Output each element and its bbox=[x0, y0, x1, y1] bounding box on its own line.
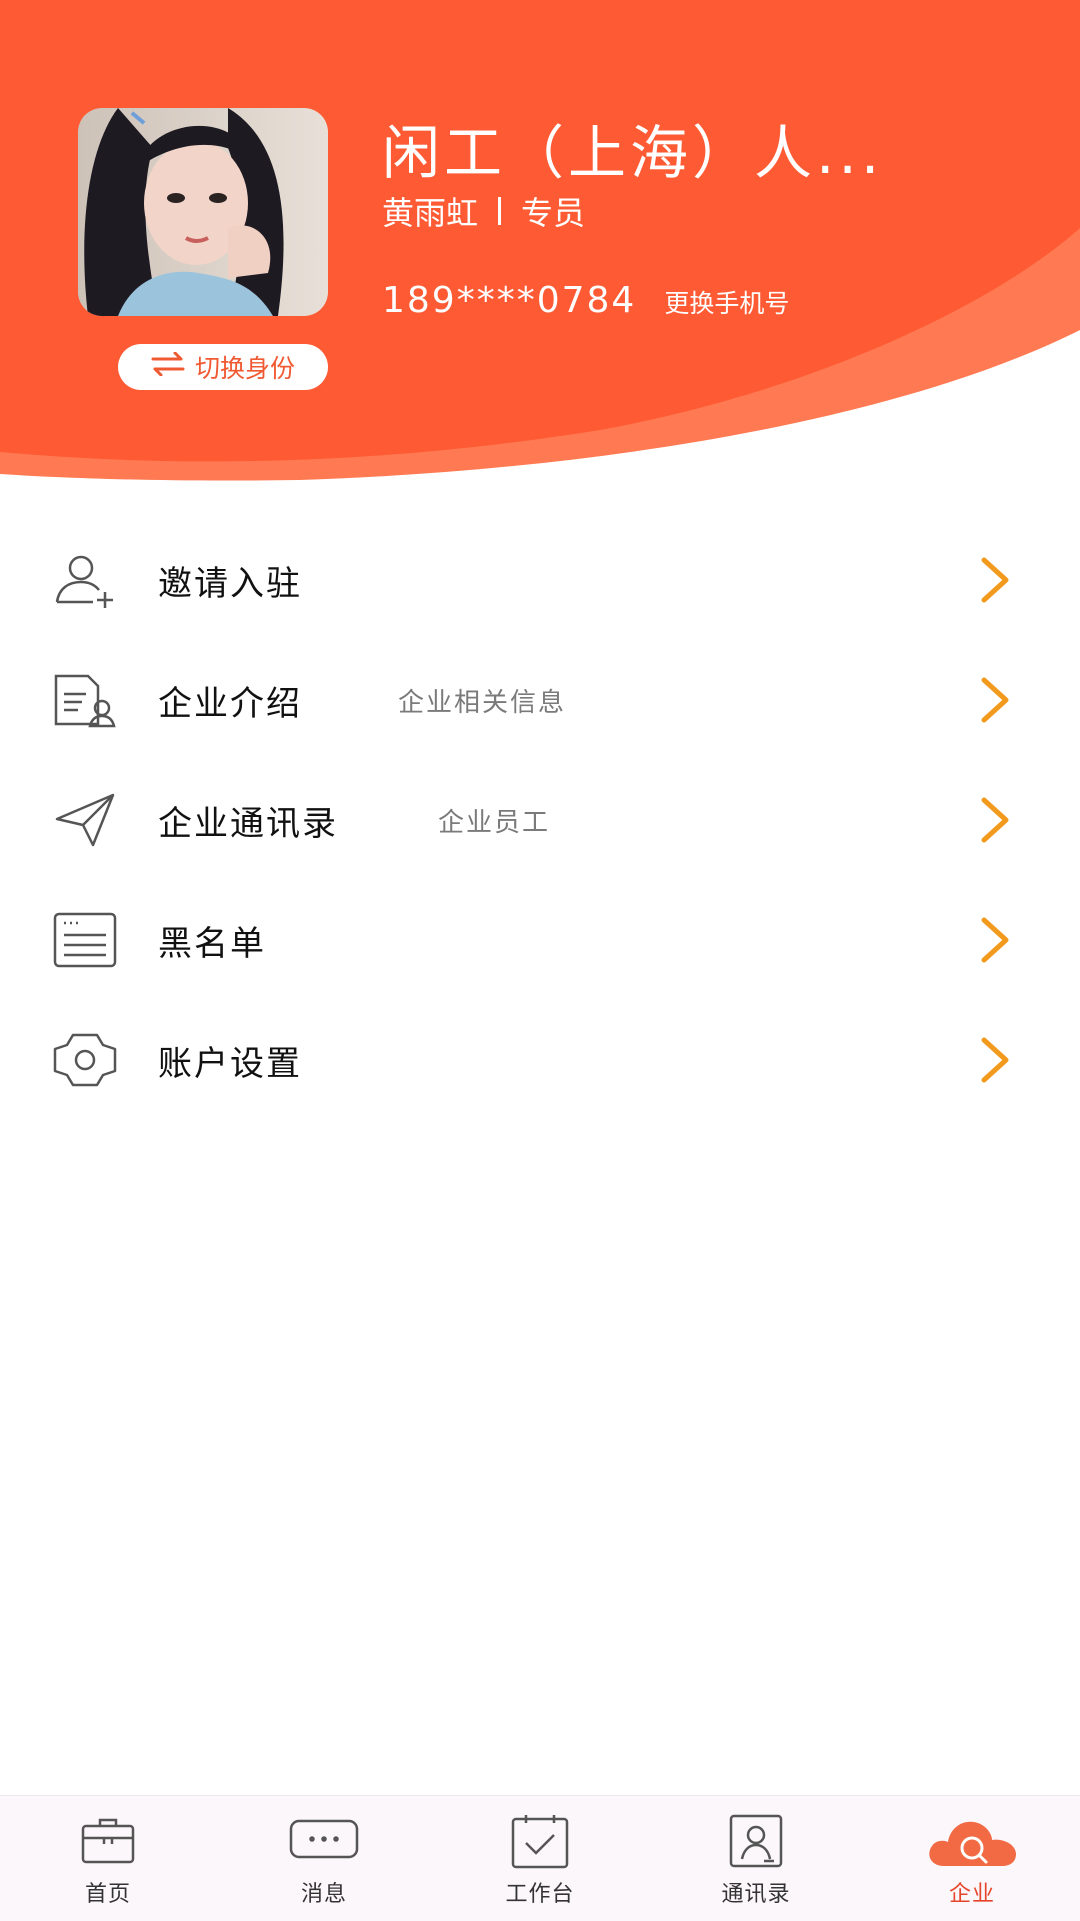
list-icon bbox=[50, 910, 120, 970]
chevron-right-icon bbox=[981, 917, 1009, 963]
phone-line: 189****0784 更换手机号 bbox=[382, 280, 789, 321]
menu-item-invite[interactable]: 邀请入驻 bbox=[0, 520, 1080, 640]
user-role: 专员 bbox=[521, 194, 586, 232]
send-icon bbox=[50, 790, 120, 850]
tab-label: 企业 bbox=[948, 1882, 995, 1907]
profile-header: 切换身份 闲工（上海）人... 黄雨虹 专员 189****0784 更换手机号 bbox=[0, 0, 1080, 500]
chevron-right-icon bbox=[981, 797, 1009, 843]
tab-label: 消息 bbox=[300, 1882, 347, 1907]
switch-identity-button[interactable]: 切换身份 bbox=[118, 344, 328, 390]
swap-icon bbox=[151, 351, 185, 382]
cloud-search-icon bbox=[924, 1810, 1020, 1872]
tab-messages[interactable]: 消息 bbox=[216, 1796, 432, 1921]
menu-item-label: 邀请入驻 bbox=[158, 563, 302, 604]
menu-list: 邀请入驻 企业介绍 企业相关信息 企业通讯录 企业员工 黑名单 账户设置 bbox=[0, 520, 1080, 1120]
chevron-right-icon bbox=[981, 557, 1009, 603]
briefcase-icon bbox=[80, 1810, 136, 1872]
menu-item-label: 企业通讯录 bbox=[158, 803, 338, 844]
document-user-icon bbox=[50, 670, 120, 730]
menu-item-subtitle: 企业员工 bbox=[438, 807, 551, 838]
menu-item-company-intro[interactable]: 企业介绍 企业相关信息 bbox=[0, 640, 1080, 760]
tab-workbench[interactable]: 工作台 bbox=[432, 1796, 648, 1921]
tab-label: 首页 bbox=[84, 1882, 131, 1907]
divider bbox=[498, 197, 502, 225]
contacts-icon bbox=[728, 1810, 784, 1872]
bottom-nav: 首页 消息 工作台 通讯录 企业 bbox=[0, 1795, 1080, 1921]
change-phone-link[interactable]: 更换手机号 bbox=[664, 284, 789, 320]
avatar[interactable] bbox=[78, 108, 328, 316]
user-name: 黄雨虹 bbox=[382, 194, 479, 232]
message-icon bbox=[288, 1810, 360, 1872]
tab-enterprise[interactable]: 企业 bbox=[864, 1796, 1080, 1921]
switch-identity-label: 切换身份 bbox=[194, 354, 295, 383]
menu-item-account-settings[interactable]: 账户设置 bbox=[0, 1000, 1080, 1120]
add-user-icon bbox=[50, 550, 120, 610]
chevron-right-icon bbox=[981, 1037, 1009, 1083]
menu-item-label: 账户设置 bbox=[158, 1043, 302, 1084]
chevron-right-icon bbox=[981, 677, 1009, 723]
tab-label: 通讯录 bbox=[721, 1882, 791, 1907]
tab-contacts[interactable]: 通讯录 bbox=[648, 1796, 864, 1921]
tab-label: 工作台 bbox=[505, 1882, 575, 1907]
menu-item-company-contacts[interactable]: 企业通讯录 企业员工 bbox=[0, 760, 1080, 880]
phone-number: 189****0784 bbox=[382, 280, 637, 321]
menu-item-label: 企业介绍 bbox=[158, 683, 302, 724]
user-role-line: 黄雨虹 专员 bbox=[382, 188, 585, 234]
company-name: 闲工（上海）人... bbox=[382, 119, 884, 187]
tab-home[interactable]: 首页 bbox=[0, 1796, 216, 1921]
gear-icon bbox=[50, 1030, 120, 1090]
calendar-check-icon bbox=[510, 1810, 570, 1872]
menu-item-blacklist[interactable]: 黑名单 bbox=[0, 880, 1080, 1000]
avatar-image bbox=[78, 108, 328, 316]
menu-item-subtitle: 企业相关信息 bbox=[398, 687, 567, 718]
menu-item-label: 黑名单 bbox=[158, 923, 266, 964]
